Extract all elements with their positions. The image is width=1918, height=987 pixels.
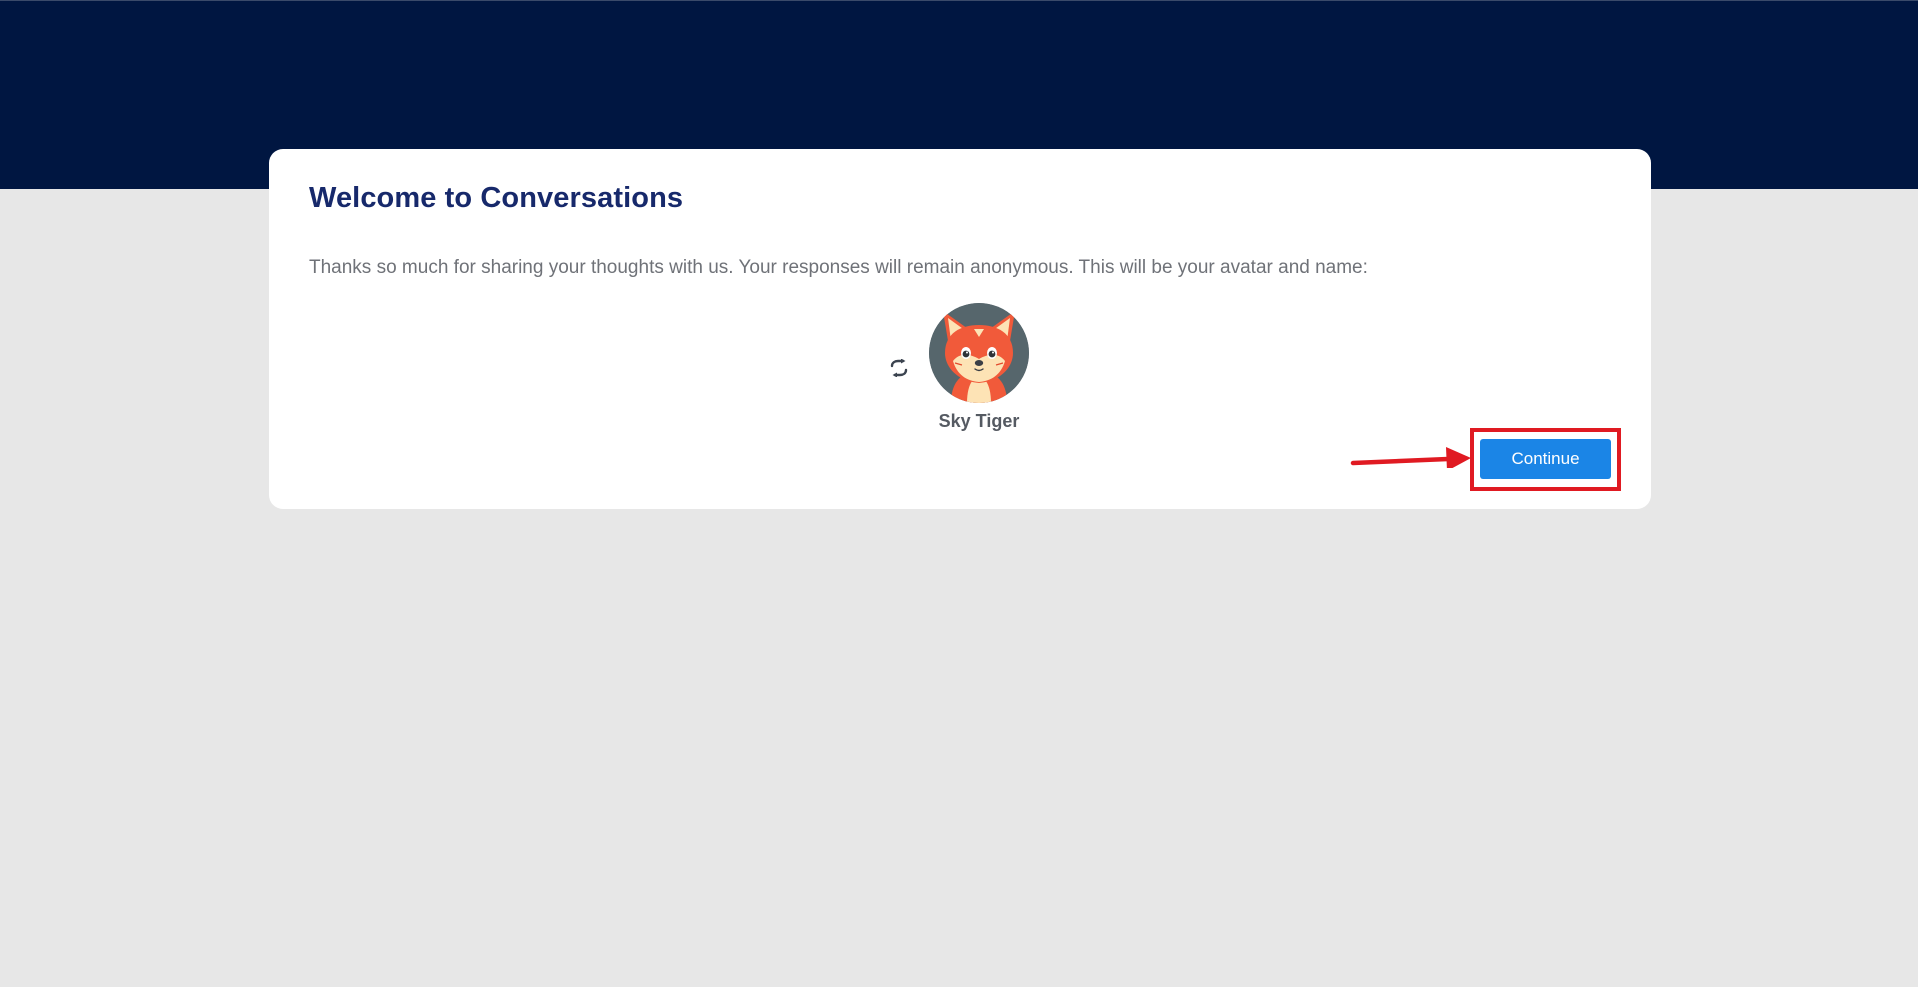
refresh-icon <box>890 359 908 377</box>
refresh-avatar-button[interactable] <box>888 357 910 379</box>
continue-button[interactable]: Continue <box>1480 439 1611 479</box>
welcome-card: Welcome to Conversations Thanks so much … <box>269 149 1651 509</box>
welcome-title: Welcome to Conversations <box>309 182 684 214</box>
welcome-description: Thanks so much for sharing your thoughts… <box>309 257 1368 278</box>
avatar-name: Sky Tiger <box>938 411 1020 431</box>
fox-avatar-icon <box>929 303 1029 403</box>
avatar <box>929 303 1029 403</box>
